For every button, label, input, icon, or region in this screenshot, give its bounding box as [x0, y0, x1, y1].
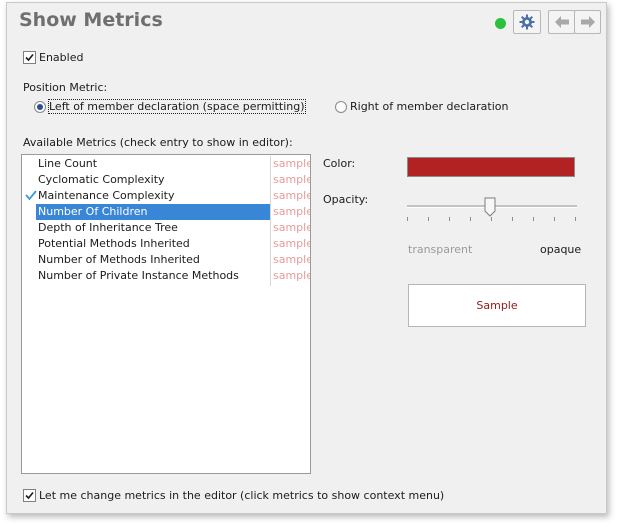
opacity-slider-thumb[interactable] [484, 197, 496, 220]
page-title: Show Metrics [19, 9, 163, 31]
list-item[interactable]: Number of Private Instance Methods sampl… [22, 268, 310, 284]
metric-sample: sample [273, 221, 311, 234]
color-picker[interactable] [407, 157, 575, 177]
slider-tick [575, 217, 576, 221]
radio-left-of-declaration[interactable] [34, 101, 46, 113]
metric-sample: sample [273, 205, 311, 218]
metric-name: Depth of Inheritance Tree [38, 221, 178, 234]
opacity-min-label: transparent [408, 243, 473, 256]
list-item-selected[interactable]: Number Of Children sample [22, 204, 310, 220]
color-label: Color: [323, 157, 356, 170]
metric-sample: sample [273, 189, 311, 202]
radio-left-label[interactable]: Left of member declaration (space permit… [48, 99, 306, 114]
metric-name: Number of Private Instance Methods [38, 269, 239, 282]
options-panel: Show Metrics Enabled Position Metric: Le… [6, 2, 607, 514]
list-item[interactable]: Potential Methods Inherited sample [22, 236, 310, 252]
arrow-left-icon [554, 15, 570, 29]
checkmark-icon[interactable] [25, 189, 37, 204]
metric-name: Potential Methods Inherited [38, 237, 190, 250]
slider-tick [512, 217, 513, 221]
arrow-right-icon [580, 15, 596, 29]
opacity-max-label: opaque [540, 243, 582, 256]
slider-tick [470, 217, 471, 221]
sample-preview-text: Sample [476, 299, 518, 312]
metrics-list[interactable]: Line Count sample Cyclomatic Complexity … [21, 154, 311, 474]
radio-right-of-declaration[interactable] [335, 101, 347, 113]
enabled-label[interactable]: Enabled [39, 51, 83, 64]
slider-tick [533, 217, 534, 221]
slider-tick [449, 217, 450, 221]
status-indicator [495, 18, 506, 29]
checkmark-icon [25, 491, 34, 500]
metric-name: Line Count [38, 157, 98, 170]
available-metrics-label: Available Metrics (check entry to show i… [23, 136, 293, 149]
settings-button[interactable] [513, 10, 541, 34]
radio-right-label[interactable]: Right of member declaration [350, 100, 508, 113]
slider-tick [554, 217, 555, 221]
list-item[interactable]: Maintenance Complexity sample [22, 188, 310, 204]
metric-sample: sample [273, 173, 311, 186]
sample-preview: Sample [408, 284, 586, 327]
list-item[interactable]: Depth of Inheritance Tree sample [22, 220, 310, 236]
metric-name: Maintenance Complexity [38, 189, 175, 202]
gear-icon [519, 14, 535, 30]
metric-name: Number of Methods Inherited [38, 253, 200, 266]
metric-sample: sample [273, 237, 311, 250]
change-in-editor-label[interactable]: Let me change metrics in the editor (cli… [39, 489, 444, 502]
enabled-checkbox[interactable] [23, 51, 36, 64]
checkmark-icon [25, 53, 34, 62]
list-item[interactable]: Cyclomatic Complexity sample [22, 172, 310, 188]
back-button[interactable] [548, 10, 575, 34]
list-item[interactable]: Number of Methods Inherited sample [22, 252, 310, 268]
position-metric-label: Position Metric: [23, 81, 108, 94]
forward-button[interactable] [574, 10, 601, 34]
metric-name: Cyclomatic Complexity [38, 173, 165, 186]
metric-sample: sample [273, 253, 311, 266]
list-item[interactable]: Line Count sample [22, 156, 310, 172]
slider-tick [407, 217, 408, 221]
change-in-editor-checkbox[interactable] [23, 489, 36, 502]
metric-sample: sample [273, 269, 311, 282]
metric-sample: sample [273, 157, 311, 170]
slider-tick [428, 217, 429, 221]
opacity-label: Opacity: [323, 193, 369, 206]
metric-name: Number Of Children [38, 205, 148, 218]
